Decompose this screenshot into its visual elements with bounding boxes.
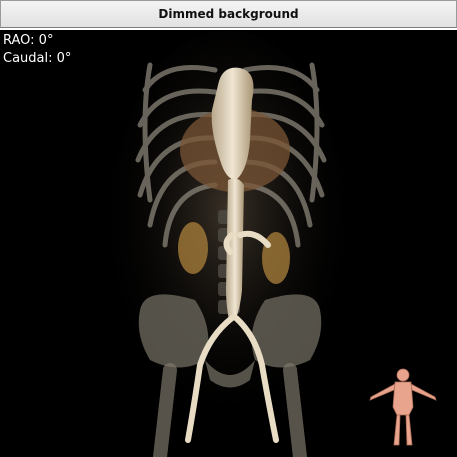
- caudal-angle-label: Caudal: 0°: [3, 51, 72, 66]
- rao-angle-label: RAO: 0°: [3, 33, 54, 48]
- kidney-right: [178, 222, 208, 274]
- window-title: Dimmed background: [158, 7, 299, 21]
- volume-viewport[interactable]: RAO: 0° Caudal: 0°: [0, 30, 457, 457]
- title-bar[interactable]: Dimmed background: [0, 0, 457, 28]
- viewer-window: Dimmed background RAO: 0° Caudal: 0°: [0, 0, 457, 457]
- orientation-figure-icon[interactable]: [367, 367, 439, 447]
